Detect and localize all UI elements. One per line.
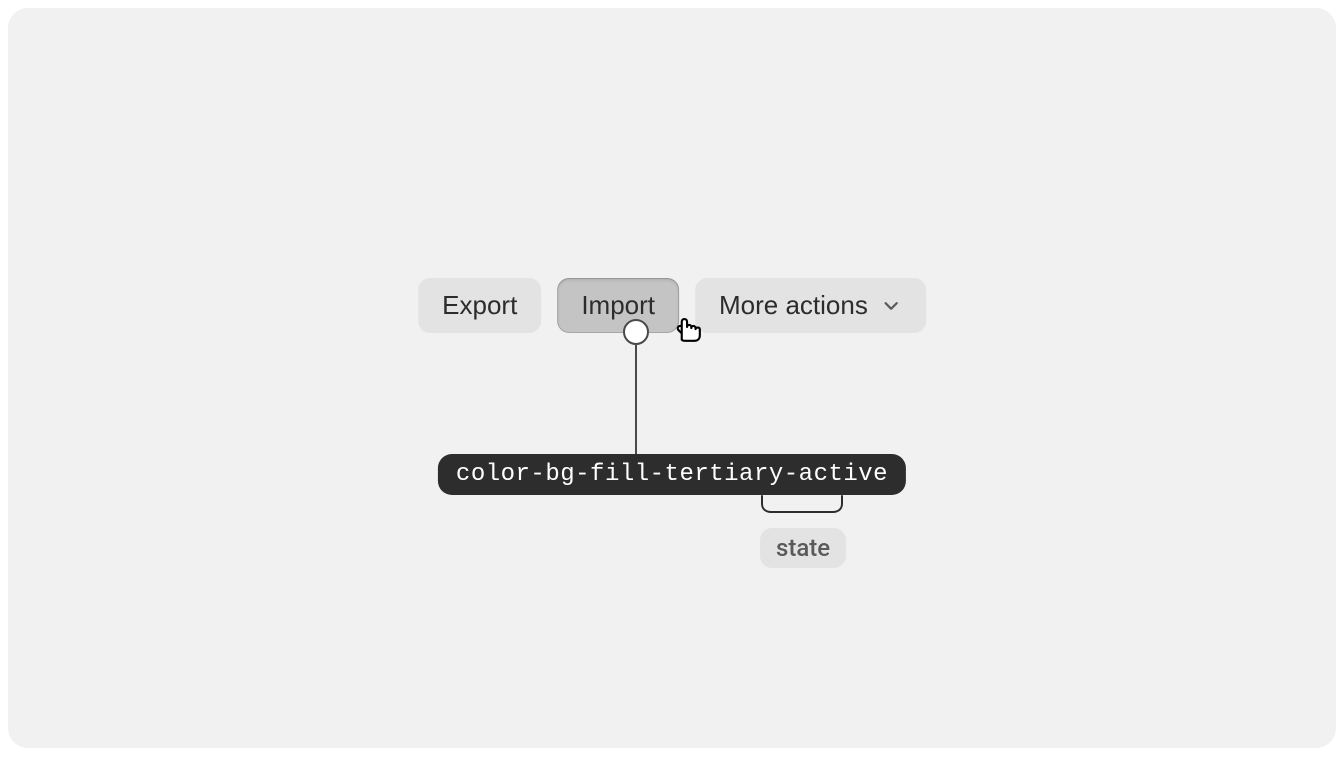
annotation-state-label: state [776, 534, 830, 562]
more-actions-label: More actions [719, 290, 868, 321]
import-button[interactable]: Import [557, 278, 679, 333]
import-button-label: Import [581, 290, 655, 321]
export-button[interactable]: Export [418, 278, 541, 333]
annotation-state-tag: state [760, 528, 846, 568]
export-button-label: Export [442, 290, 517, 321]
chevron-down-icon [880, 295, 902, 317]
design-token-pill: color-bg-fill-tertiary-active [438, 454, 906, 495]
more-actions-button[interactable]: More actions [695, 278, 926, 333]
diagram-canvas: Export Import More actions color-bg-fill… [8, 8, 1336, 748]
pointer-cursor-icon [669, 310, 703, 344]
annotation-bracket [760, 494, 844, 514]
annotation-anchor-dot [623, 319, 649, 345]
design-token-text: color-bg-fill-tertiary-active [456, 461, 888, 488]
annotation-connector-line [635, 345, 637, 454]
